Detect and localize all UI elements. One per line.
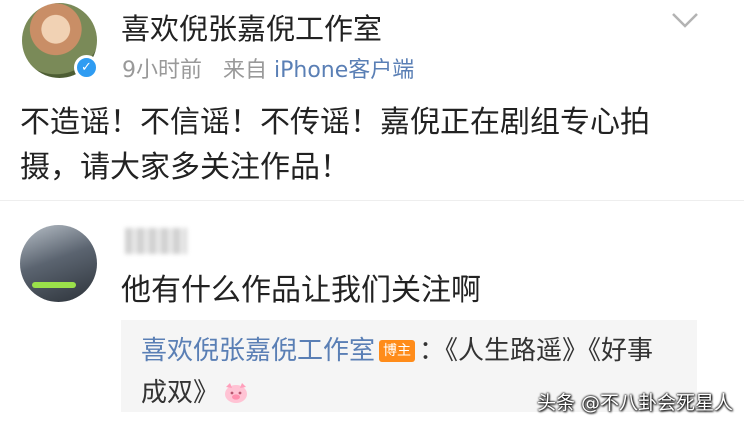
comment-avatar[interactable] (20, 225, 97, 302)
reply-text-1: ：《人生路遥》《好事 (419, 336, 654, 366)
chevron-down-icon[interactable] (671, 10, 699, 30)
post-text: 不造谣！不信谣！不传谣！嘉倪正在剧组专心拍摄，请大家多关注作品！ (20, 105, 650, 185)
reply-text-2: 成双》 (141, 378, 220, 408)
comment-author-name-blurred[interactable] (125, 228, 187, 254)
post-meta: 9小时前 来自 iPhone客户端 (122, 52, 414, 84)
post-source-prefix: 来自 (223, 58, 268, 83)
verified-badge-icon: ✓ (74, 55, 99, 80)
reply-line-1: 喜欢倪张嘉倪工作室 博主 ：《人生路遥》《好事 (141, 336, 653, 366)
reply-author[interactable]: 喜欢倪张嘉倪工作室 (141, 336, 375, 366)
comment-text: 他有什么作品让我们关注啊 (121, 273, 481, 308)
post-author-name[interactable]: 喜欢倪张嘉倪工作室 (121, 6, 382, 48)
post-time: 9小时前 (122, 58, 202, 83)
reply-line-2: 成双》 (141, 378, 249, 408)
divider (0, 200, 744, 201)
post-source-client[interactable]: iPhone客户端 (274, 58, 414, 83)
avatar-overlay (32, 282, 76, 288)
blogger-badge: 博主 (379, 340, 416, 362)
watermark: 头条 @不八卦会死星人 (537, 392, 734, 414)
pig-face-icon (225, 383, 248, 403)
